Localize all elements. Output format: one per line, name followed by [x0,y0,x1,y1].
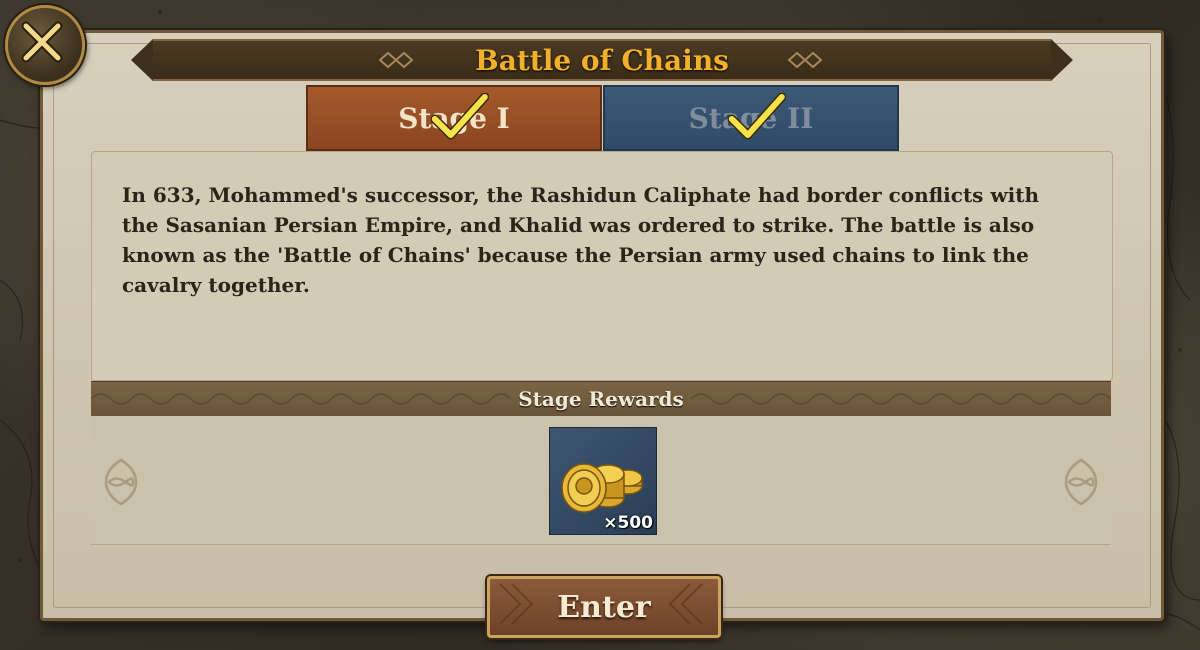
close-icon [21,21,63,63]
stage-description: In 633, Mohammed's successor, the Rashid… [122,183,1040,297]
celtic-knot-icon [104,458,138,506]
description-box: In 633, Mohammed's successor, the Rashid… [91,151,1113,381]
ornament-icon [787,51,823,69]
enter-button[interactable]: Enter [487,576,721,638]
tab-stage-2[interactable]: Stage II [603,85,899,151]
rewards-area: ×500 [91,416,1111,545]
dialog-title: Battle of Chains [475,44,729,77]
checkmark-icon [727,93,786,140]
reward-item-gold[interactable]: ×500 [549,427,657,535]
title-bar: Battle of Chains [131,39,1073,81]
tab-stage-1[interactable]: Stage I [306,85,602,151]
celtic-knot-icon [1064,458,1098,506]
rewards-header: Stage Rewards [91,381,1111,417]
checkmark-icon [430,93,489,140]
enter-button-label: Enter [557,589,651,625]
rewards-header-label: Stage Rewards [518,387,684,411]
reward-quantity: ×500 [603,513,653,533]
dialog-panel: Battle of Chains Stage I Stage II In 633… [40,30,1164,638]
close-button[interactable] [5,5,85,85]
